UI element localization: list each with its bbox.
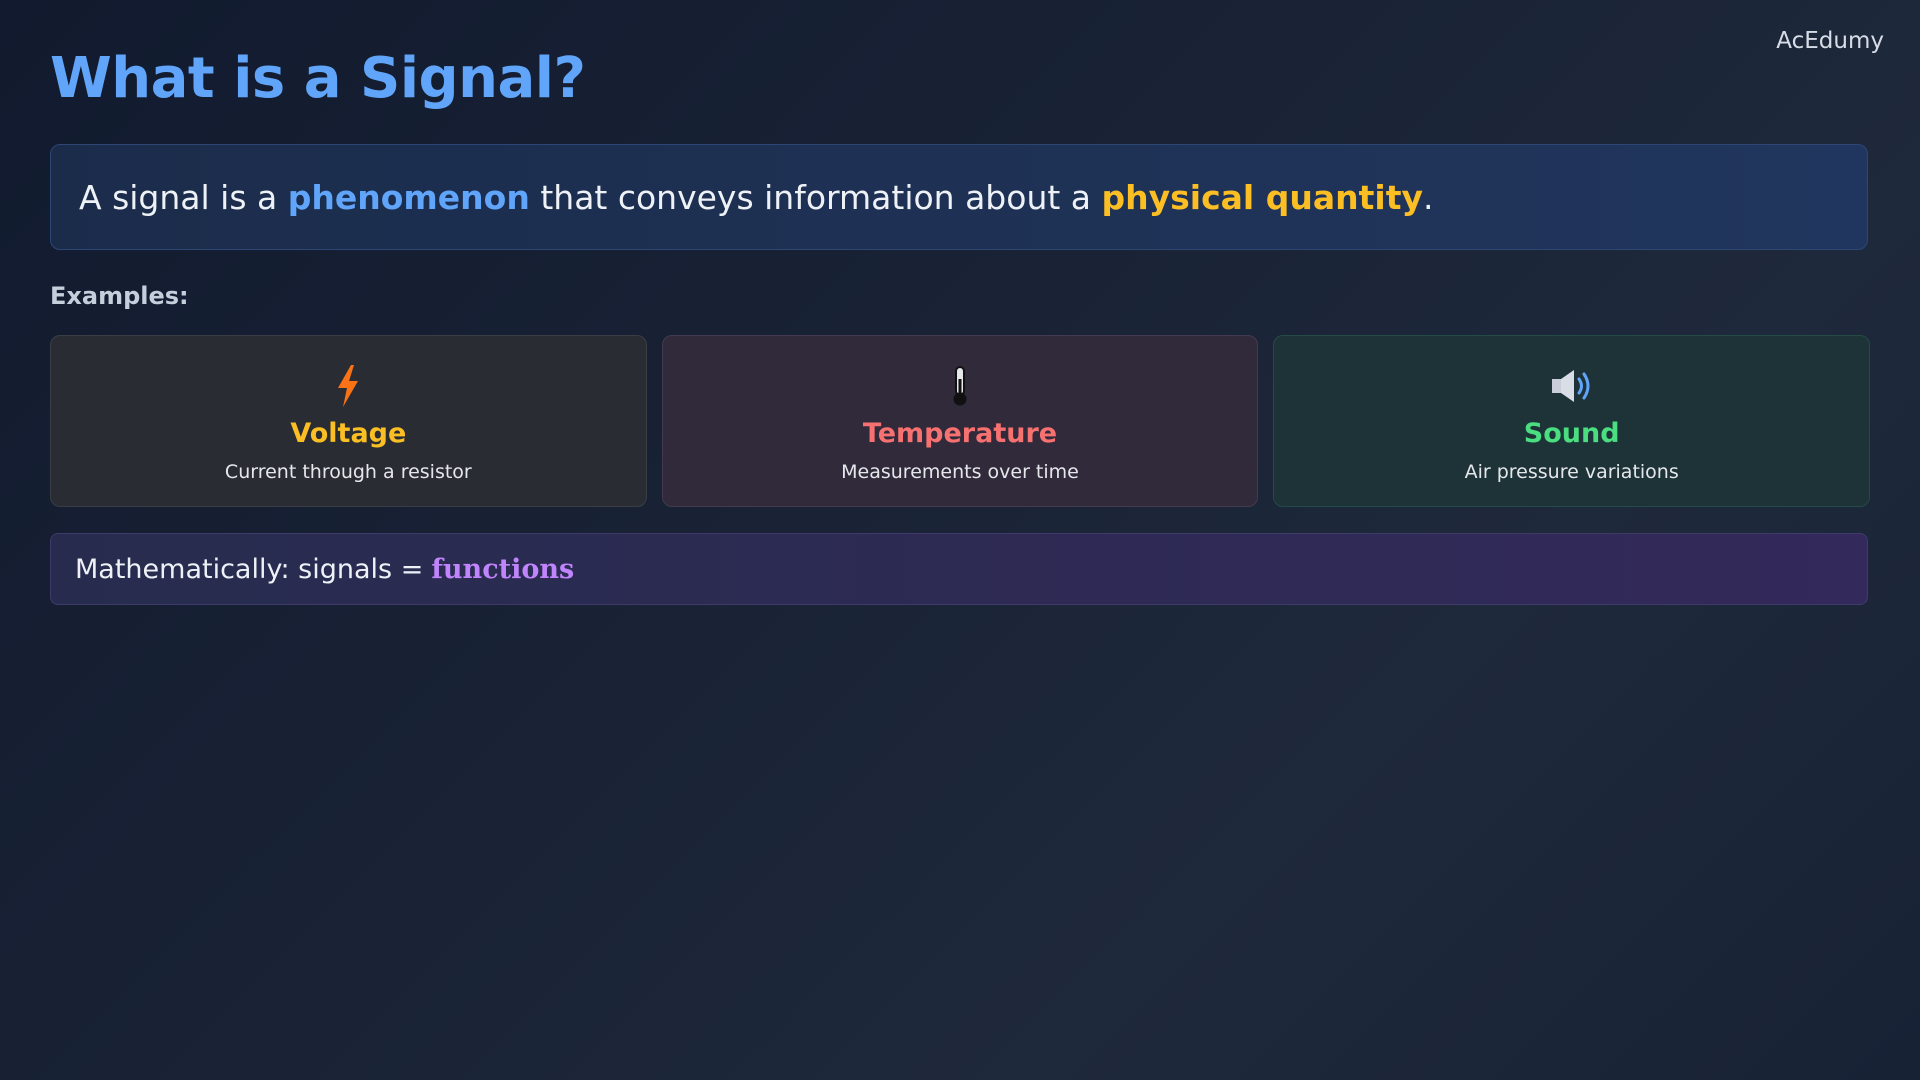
definition-term-phenomenon: phenomenon [287, 177, 530, 217]
definition-box: A signal is a phenomenon that conveys in… [50, 144, 1868, 250]
thermometer-icon [935, 364, 985, 408]
example-description: Current through a resistor [224, 461, 472, 483]
example-title: Sound [1523, 418, 1620, 449]
examples-label: Examples: [50, 282, 189, 310]
example-card-voltage: Voltage Current through a resistor [50, 335, 647, 507]
example-card-temperature: Temperature Measurements over time [661, 335, 1259, 507]
math-box: Mathematically: signals = functions [50, 533, 1868, 605]
example-card-sound: Sound Air pressure variations [1273, 335, 1871, 507]
math-prefix: Mathematically: signals = [75, 553, 424, 585]
example-title: Voltage [290, 418, 407, 449]
brand-label: AcEdumy [1776, 28, 1884, 54]
examples-cards: Voltage Current through a resistor Tempe… [50, 335, 1871, 507]
lightning-bolt-icon [323, 364, 373, 408]
example-description: Air pressure variations [1464, 461, 1679, 483]
definition-prefix: A signal is a [79, 177, 278, 217]
definition-term-physical-quantity: physical quantity [1101, 177, 1423, 217]
page-title: What is a Signal? [50, 46, 586, 111]
example-title: Temperature [862, 418, 1058, 449]
definition-middle: that conveys information about a [540, 177, 1092, 217]
speaker-icon [1547, 364, 1597, 408]
math-term-functions: functions [431, 553, 575, 585]
example-description: Measurements over time [841, 461, 1079, 483]
definition-suffix: . [1422, 177, 1434, 217]
